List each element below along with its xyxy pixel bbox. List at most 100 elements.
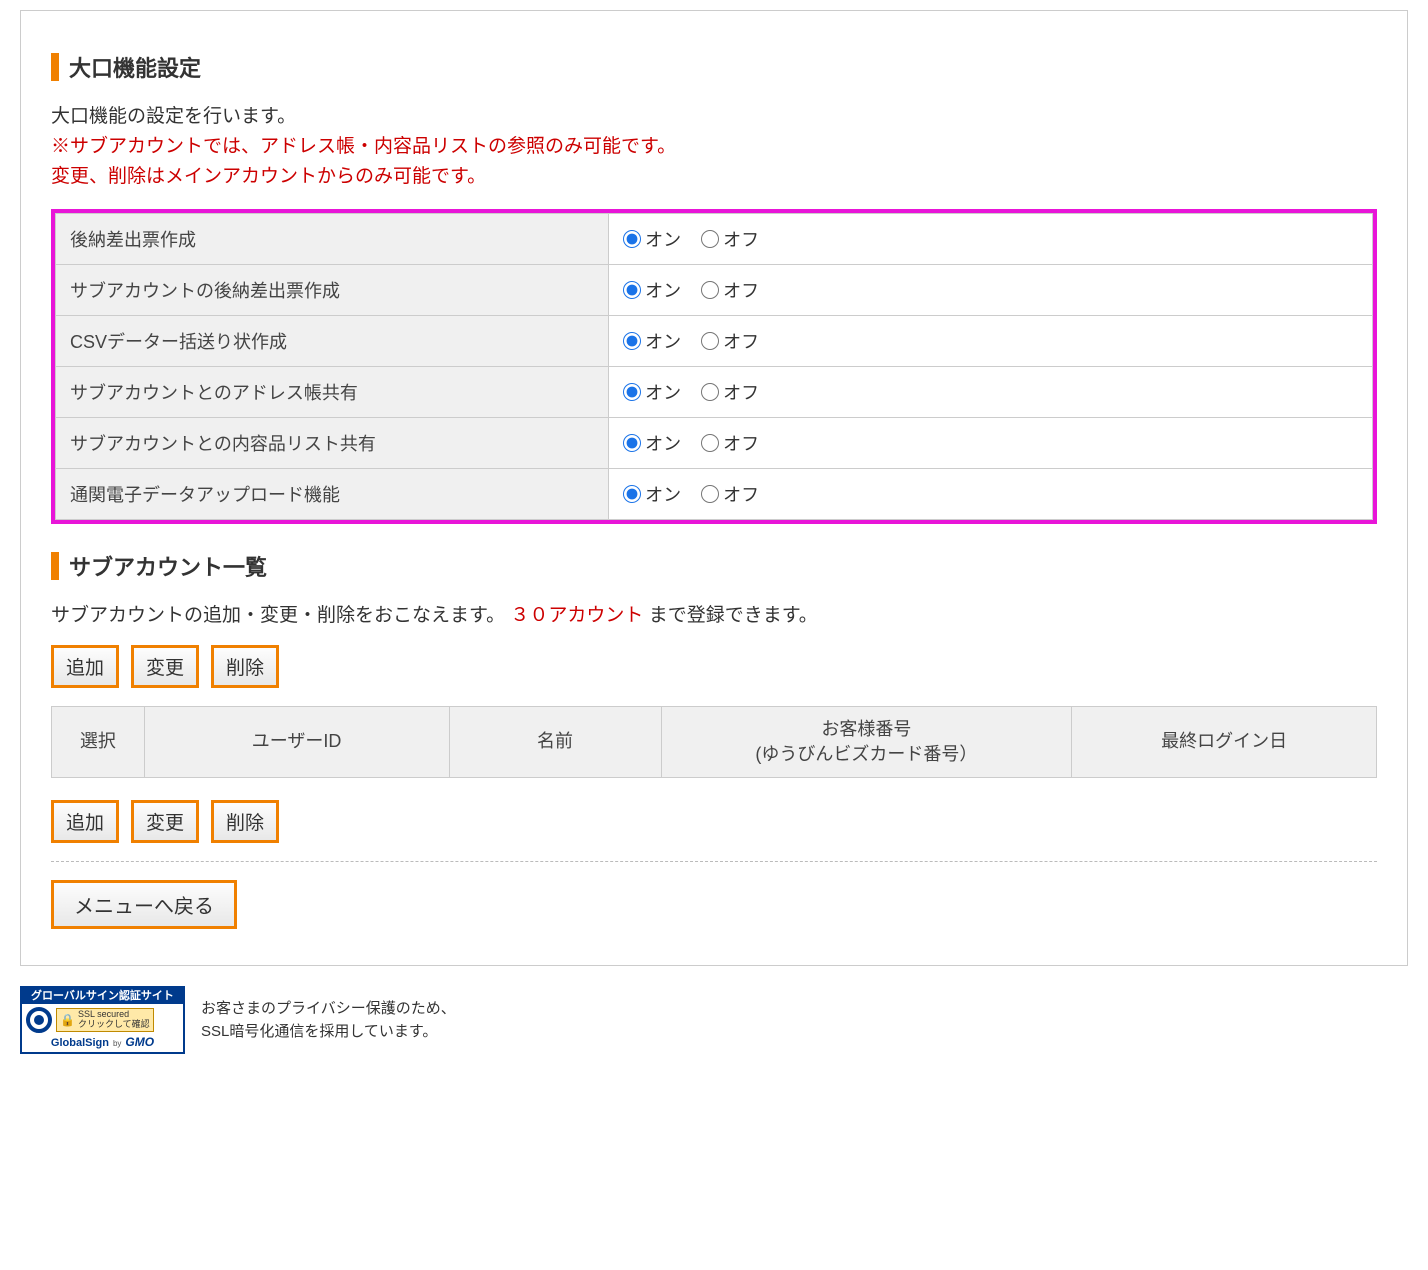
settings-row-value: オン オフ: [609, 315, 1373, 366]
col-select: 選択: [52, 706, 145, 777]
radio-off[interactable]: [701, 485, 719, 503]
radio-off-text: オフ: [723, 481, 759, 507]
radio-on[interactable]: [623, 434, 641, 452]
settings-row-label: CSVデーター括送り状作成: [56, 315, 609, 366]
settings-row: サブアカウントとの内容品リスト共有オン オフ: [56, 417, 1373, 468]
globalsign-eye-icon: [26, 1007, 52, 1033]
settings-highlight-box: 後納差出票作成オンオフサブアカウントの後納差出票作成オンオフCSVデーター括送り…: [51, 209, 1377, 524]
radio-off-label[interactable]: オフ: [701, 379, 759, 405]
radio-off-label[interactable]: オフ: [701, 226, 759, 252]
gmo-text: GMO: [125, 1036, 154, 1049]
radio-off-label[interactable]: オフ: [701, 481, 759, 507]
radio-group: オン オフ: [623, 277, 1358, 303]
settings-row-value: オン オフ: [609, 366, 1373, 417]
edit-button-bottom[interactable]: 変更: [131, 800, 199, 843]
radio-on-label[interactable]: オン: [623, 277, 681, 303]
radio-off-text: オフ: [723, 379, 759, 405]
top-button-row: 追加 変更 削除: [51, 645, 1377, 688]
col-last-login: 最終ログイン日: [1072, 706, 1377, 777]
radio-off[interactable]: [701, 332, 719, 350]
footer-text: お客さまのプライバシー保護のため、 SSL暗号化通信を採用しています。: [201, 986, 456, 1043]
radio-off-label[interactable]: オフ: [701, 328, 759, 354]
radio-off-text: オフ: [723, 328, 759, 354]
settings-row-value: オン オフ: [609, 264, 1373, 315]
radio-group: オン オフ: [623, 481, 1358, 507]
radio-off[interactable]: [701, 383, 719, 401]
ssl-badge-bottom: GlobalSign by GMO: [22, 1036, 183, 1052]
back-button-row: メニューへ戻る: [51, 880, 1377, 929]
settings-row: 通関電子データアップロード機能オン オフ: [56, 468, 1373, 519]
separator: [51, 861, 1377, 862]
radio-on-label[interactable]: オン: [623, 379, 681, 405]
footer-line1: お客さまのプライバシー保護のため、: [201, 1000, 456, 1017]
radio-on[interactable]: [623, 230, 641, 248]
ssl-click-line: クリックして確認: [78, 1019, 150, 1029]
radio-off-label[interactable]: オフ: [701, 430, 759, 456]
section2-intro-limit: ３０アカウント: [510, 605, 643, 626]
add-button-bottom[interactable]: 追加: [51, 800, 119, 843]
delete-button-bottom[interactable]: 削除: [211, 800, 279, 843]
section1-note2: 変更、削除はメインアカウントからのみ可能です。: [51, 162, 1377, 192]
globalsign-text: GlobalSign: [51, 1037, 109, 1049]
col-user: ユーザーID: [144, 706, 449, 777]
section1-title-text: 大口機能設定: [69, 51, 201, 83]
radio-on-label[interactable]: オン: [623, 481, 681, 507]
delete-button-top[interactable]: 削除: [211, 645, 279, 688]
table-header-row: 選択 ユーザーID 名前 お客様番号 (ゆうびんビズカード番号） 最終ログイン日: [52, 706, 1377, 777]
settings-row-value: オン オフ: [609, 213, 1373, 264]
radio-on-label[interactable]: オン: [623, 226, 681, 252]
add-button-top[interactable]: 追加: [51, 645, 119, 688]
main-panel: 大口機能設定 大口機能の設定を行います。 ※サブアカウントでは、アドレス帳・内容…: [20, 10, 1408, 966]
back-to-menu-button[interactable]: メニューへ戻る: [51, 880, 237, 929]
radio-off[interactable]: [701, 230, 719, 248]
settings-table: 後納差出票作成オンオフサブアカウントの後納差出票作成オンオフCSVデーター括送り…: [55, 213, 1373, 520]
radio-off[interactable]: [701, 281, 719, 299]
col-name: 名前: [449, 706, 661, 777]
radio-on[interactable]: [623, 281, 641, 299]
settings-row: サブアカウントとのアドレス帳共有 オン オフ: [56, 366, 1373, 417]
radio-on-text: オン: [645, 277, 681, 303]
edit-button-top[interactable]: 変更: [131, 645, 199, 688]
settings-row: 後納差出票作成 オン オフ: [56, 213, 1373, 264]
settings-row: CSVデーター括送り状作成 オン オフ: [56, 315, 1373, 366]
settings-row-label: サブアカウントとのアドレス帳共有: [56, 366, 609, 417]
radio-on-text: オン: [645, 328, 681, 354]
radio-off[interactable]: [701, 434, 719, 452]
radio-group: オン オフ: [623, 328, 1358, 354]
lock-icon: 🔒: [60, 1014, 75, 1027]
radio-on[interactable]: [623, 332, 641, 350]
subaccounts-table: 選択 ユーザーID 名前 お客様番号 (ゆうびんビズカード番号） 最終ログイン日: [51, 706, 1377, 778]
settings-row-label: 通関電子データアップロード機能: [56, 468, 609, 519]
radio-off-text: オフ: [723, 277, 759, 303]
radio-on-text: オン: [645, 226, 681, 252]
footer-area: グローバルサイン認証サイト 🔒 SSL secured クリックして確認 Glo…: [0, 986, 1428, 1074]
ssl-badge-top: グローバルサイン認証サイト: [22, 988, 183, 1004]
section2-intro: サブアカウントの追加・変更・削除をおこなえます。 ３０アカウント まで登録できま…: [51, 600, 1377, 627]
settings-row-value: オン オフ: [609, 468, 1373, 519]
radio-group: オン オフ: [623, 430, 1358, 456]
bottom-button-row: 追加 変更 削除: [51, 800, 1377, 843]
ssl-badge-mid: 🔒 SSL secured クリックして確認: [22, 1004, 183, 1036]
radio-on-text: オン: [645, 379, 681, 405]
ssl-lock-box: 🔒 SSL secured クリックして確認: [56, 1008, 154, 1032]
settings-row-label: サブアカウントとの内容品リスト共有: [56, 417, 609, 468]
radio-off-text: オフ: [723, 430, 759, 456]
radio-on-label[interactable]: オン: [623, 430, 681, 456]
settings-row-label: 後納差出票作成: [56, 213, 609, 264]
ssl-by-text: by: [113, 1040, 121, 1049]
ssl-badge[interactable]: グローバルサイン認証サイト 🔒 SSL secured クリックして確認 Glo…: [20, 986, 185, 1054]
section1-title: 大口機能設定: [51, 51, 1377, 83]
settings-row-label: サブアカウントの後納差出票作成: [56, 264, 609, 315]
section2-title-text: サブアカウント一覧: [69, 550, 267, 582]
section2-intro-after: まで登録できます。: [649, 605, 818, 626]
radio-off-label[interactable]: オフ: [701, 277, 759, 303]
ssl-secured-line: SSL secured: [78, 1009, 129, 1019]
radio-on[interactable]: [623, 485, 641, 503]
radio-group: オン オフ: [623, 379, 1358, 405]
radio-on[interactable]: [623, 383, 641, 401]
radio-off-text: オフ: [723, 226, 759, 252]
radio-on-label[interactable]: オン: [623, 328, 681, 354]
settings-row: サブアカウントの後納差出票作成 オン オフ: [56, 264, 1373, 315]
section2-intro-before: サブアカウントの追加・変更・削除をおこなえます。: [51, 605, 505, 626]
col-customer-line2: (ゆうびんビズカード番号）: [755, 744, 977, 764]
